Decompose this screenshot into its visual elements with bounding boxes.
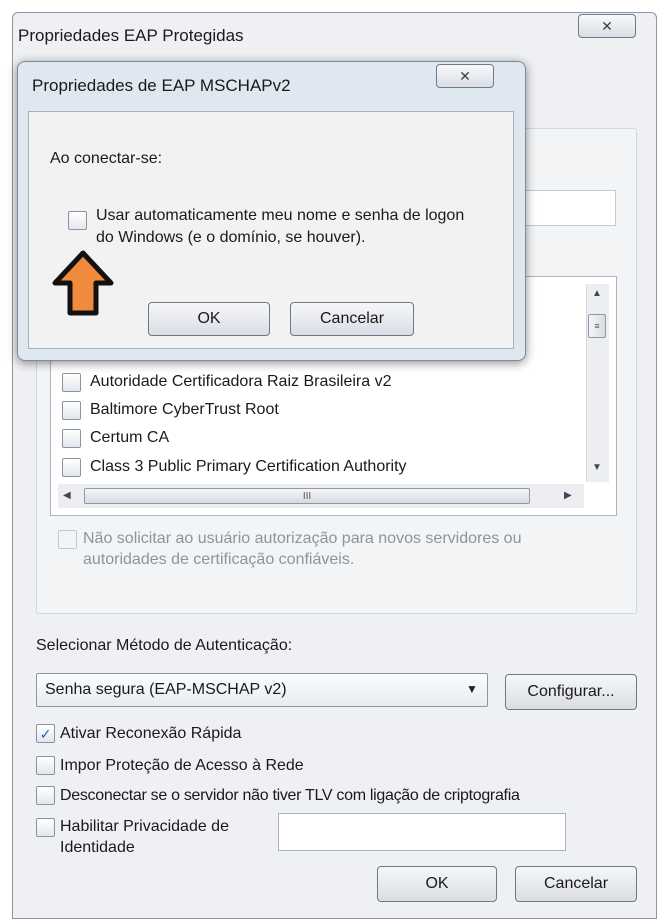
ok-button[interactable]: OK: [377, 866, 497, 902]
scroll-left-icon[interactable]: ◀: [63, 490, 71, 501]
checkbox[interactable]: [62, 428, 81, 448]
certificate-label: Certum CA: [90, 429, 170, 446]
identity-privacy-checkbox[interactable]: [36, 818, 55, 837]
cancel-button[interactable]: Cancelar: [515, 866, 637, 902]
identity-input[interactable]: [278, 813, 566, 851]
list-item[interactable]: Class 3 Public Primary Certification Aut…: [62, 455, 407, 479]
close-icon: ✕: [459, 67, 471, 84]
certificate-label: Class 3 Public Primary Certification Aut…: [90, 458, 407, 475]
up-arrow-icon: [52, 250, 114, 316]
enforce-nap-checkbox[interactable]: [36, 756, 55, 775]
checkbox[interactable]: [62, 457, 81, 477]
dialog-close-button[interactable]: ✕: [436, 64, 494, 88]
list-item[interactable]: Certum CA: [62, 426, 169, 450]
checkbox[interactable]: [62, 372, 81, 392]
no-prompt-option[interactable]: Não solicitar ao usuário autorização par…: [58, 528, 598, 570]
vertical-scroll-thumb[interactable]: ≡: [588, 314, 606, 338]
connect-label: Ao conectar-se:: [50, 150, 163, 167]
window-title: Propriedades EAP Protegidas: [18, 26, 244, 45]
dialog-title: Propriedades de EAP MSCHAPv2: [32, 76, 291, 95]
list-item[interactable]: Autoridade Certificadora Raiz Brasileira…: [62, 370, 391, 394]
fast-reconnect-option[interactable]: ✓ Ativar Reconexão Rápida: [36, 724, 241, 743]
checkbox[interactable]: [62, 400, 81, 420]
auto-logon-checkbox[interactable]: [68, 211, 87, 230]
identity-privacy-label: Habilitar Privacidade de Identidade: [60, 818, 229, 856]
certificate-label: Autoridade Certificadora Raiz Brasileira…: [90, 373, 392, 390]
disconnect-no-tlv-label: Desconectar se o servidor não tiver TLV …: [60, 786, 520, 804]
list-item[interactable]: Baltimore CyberTrust Root: [62, 398, 279, 422]
enforce-nap-label: Impor Proteção de Acesso à Rede: [60, 756, 304, 774]
no-prompt-checkbox[interactable]: [58, 530, 77, 549]
scroll-up-icon[interactable]: ▲: [592, 288, 602, 299]
certificate-label: Baltimore CyberTrust Root: [90, 401, 279, 418]
auth-method-label: Selecionar Método de Autenticação:: [36, 637, 293, 654]
identity-privacy-option[interactable]: Habilitar Privacidade de Identidade: [36, 816, 260, 858]
dropdown-arrow-icon[interactable]: ▼: [466, 682, 478, 696]
configure-button[interactable]: Configurar...: [505, 674, 637, 710]
enforce-nap-option[interactable]: Impor Proteção de Acesso à Rede: [36, 756, 304, 775]
grip-icon: III: [302, 490, 312, 502]
disconnect-no-tlv-option[interactable]: Desconectar se o servidor não tiver TLV …: [36, 786, 520, 805]
dialog-ok-button[interactable]: OK: [148, 302, 270, 336]
auth-method-value: Senha segura (EAP-MSCHAP v2): [45, 681, 287, 698]
dialog-cancel-button[interactable]: Cancelar: [290, 302, 414, 336]
close-button[interactable]: ✕: [578, 14, 636, 38]
fast-reconnect-checkbox[interactable]: ✓: [36, 724, 55, 743]
auth-method-select[interactable]: Senha segura (EAP-MSCHAP v2): [36, 673, 488, 707]
scroll-right-icon[interactable]: ▶: [564, 490, 572, 501]
close-icon: ✕: [601, 17, 613, 34]
auto-logon-label: Usar automaticamente meu nome e senha de…: [96, 207, 465, 246]
no-prompt-label: Não solicitar ao usuário autorização par…: [83, 530, 522, 568]
disconnect-no-tlv-checkbox[interactable]: [36, 786, 55, 805]
horizontal-scroll-thumb[interactable]: III: [84, 488, 530, 504]
fast-reconnect-label: Ativar Reconexão Rápida: [60, 724, 242, 742]
checkmark-icon: ✓: [39, 725, 52, 742]
scroll-down-icon[interactable]: ▼: [592, 462, 602, 473]
